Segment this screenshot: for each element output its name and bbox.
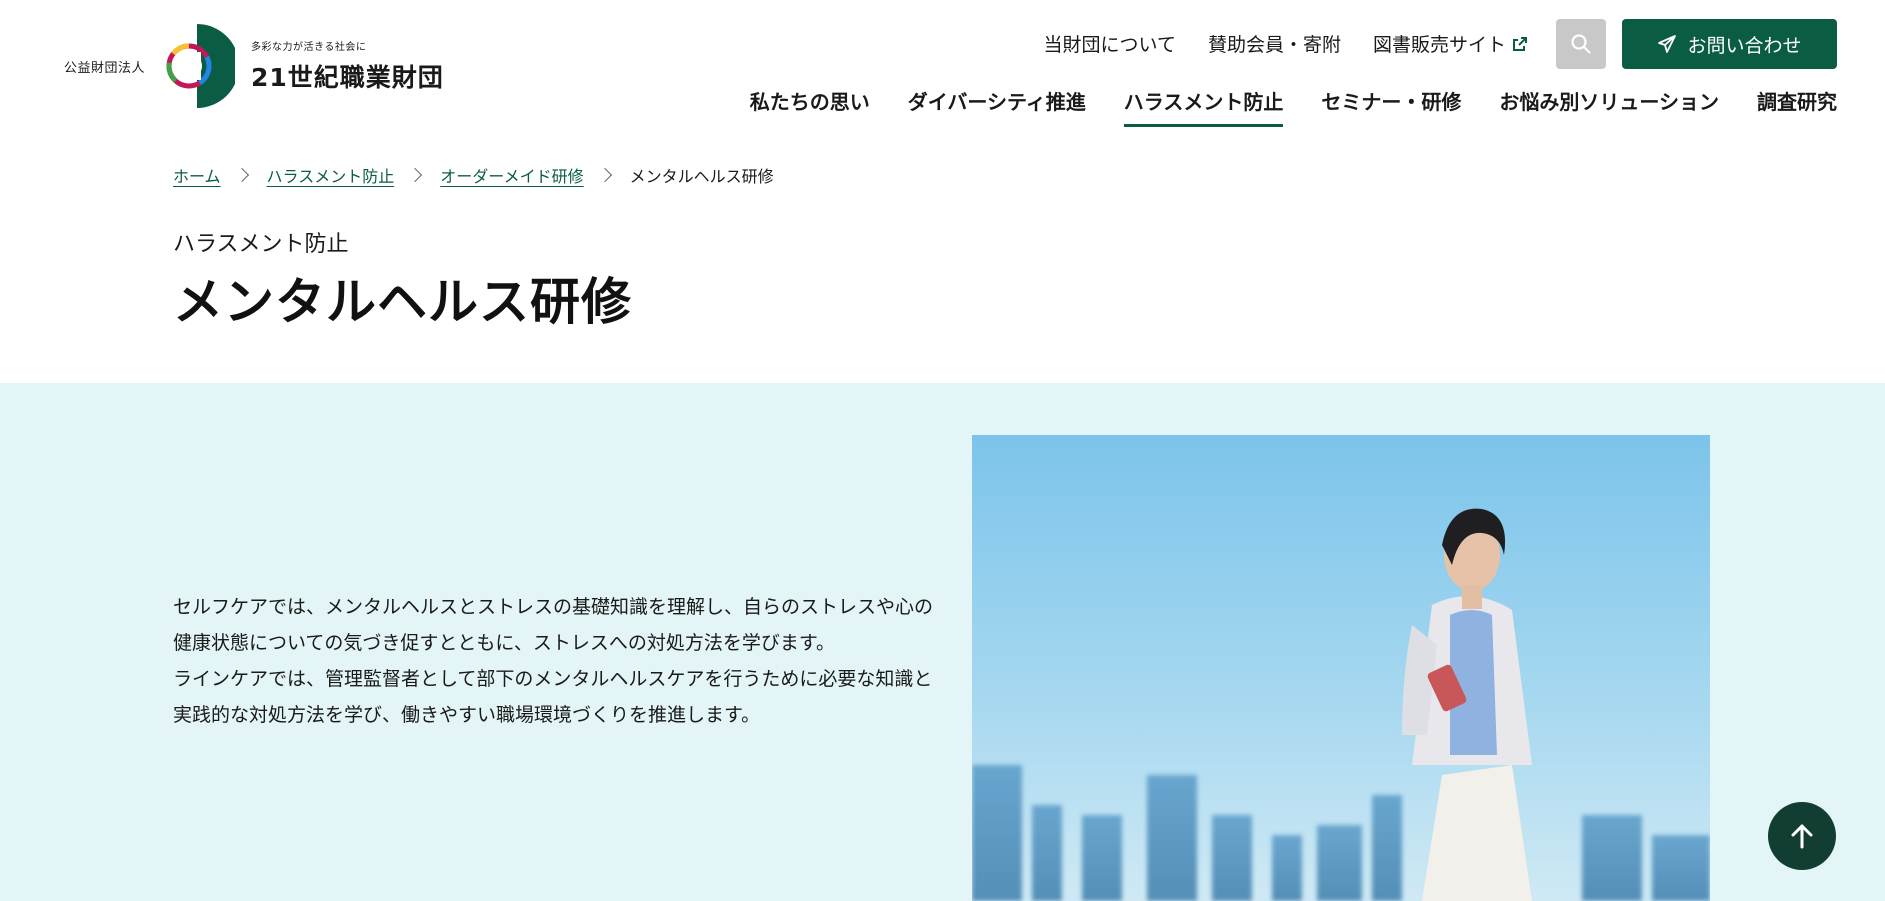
site-logo[interactable]: 公益財団法人 多彩な力が活きる社会に 21世紀職業財団 xyxy=(64,20,444,112)
page-category: ハラスメント防止 xyxy=(173,232,349,257)
back-to-top-button[interactable] xyxy=(1768,802,1836,870)
breadcrumb-current: メンタルヘルス研修 xyxy=(629,167,774,186)
logo-corp-type: 公益財団法人 xyxy=(64,60,146,76)
paper-plane-icon xyxy=(1658,35,1677,53)
breadcrumb: ホーム ハラスメント防止 オーダーメイド研修 メンタルヘルス研修 xyxy=(173,163,774,187)
external-link-icon xyxy=(1513,36,1527,51)
util-link-about[interactable]: 当財団について xyxy=(1044,30,1176,57)
chevron-right-icon xyxy=(597,167,612,183)
hero-description: セルフケアでは、メンタルヘルスとストレスの基礎知識を理解し、自らのストレスや心の… xyxy=(173,589,943,733)
chevron-right-icon xyxy=(408,167,423,183)
util-link-bookstore[interactable]: 図書販売サイト xyxy=(1373,30,1528,57)
nav-item-harassment[interactable]: ハラスメント防止 xyxy=(1123,86,1283,127)
breadcrumb-custom-training[interactable]: オーダーメイド研修 xyxy=(440,163,583,187)
search-icon xyxy=(1571,34,1591,54)
hero-paragraph-linecare: ラインケアでは、管理監督者として部下のメンタルヘルスケアを行うために必要な知識と… xyxy=(173,668,933,726)
breadcrumb-harassment[interactable]: ハラスメント防止 xyxy=(267,163,395,187)
hero-paragraph-selfcare: セルフケアでは、メンタルヘルスとストレスの基礎知識を理解し、自らのストレスや心の… xyxy=(173,596,934,654)
woman-walking-city-photo xyxy=(972,435,1710,901)
util-link-support[interactable]: 賛助会員・寄附 xyxy=(1208,30,1341,57)
utility-nav: 当財団について 賛助会員・寄附 図書販売サイト xyxy=(1044,30,1528,57)
logo-tagline: 多彩な力が活きる社会に xyxy=(251,42,367,53)
nav-item-diversity[interactable]: ダイバーシティ推進 xyxy=(908,86,1086,127)
nav-item-our-thoughts[interactable]: 私たちの思い xyxy=(750,86,870,127)
nav-item-solutions[interactable]: お悩み別ソリューション xyxy=(1499,86,1719,127)
site-header: 公益財団法人 多彩な力が活きる社会に 21世紀職業財団 当財団について 賛助会員… xyxy=(0,0,1885,140)
page-title: メンタルヘルス研修 xyxy=(173,273,632,331)
hero-section: セルフケアでは、メンタルヘルスとストレスの基礎知識を理解し、自らのストレスや心の… xyxy=(0,383,1885,901)
chevron-right-icon xyxy=(234,167,249,183)
main-nav: 私たちの思い ダイバーシティ推進 ハラスメント防止 セミナー・研修 お悩み別ソリ… xyxy=(750,86,1837,127)
arrow-up-icon xyxy=(1791,824,1813,849)
nav-item-research[interactable]: 調査研究 xyxy=(1757,86,1837,127)
nav-item-seminar[interactable]: セミナー・研修 xyxy=(1321,86,1461,127)
search-button[interactable] xyxy=(1556,19,1606,69)
logo-mark-icon xyxy=(166,24,236,108)
logo-name: 21世紀職業財団 xyxy=(251,63,444,92)
hero-image xyxy=(972,435,1710,901)
breadcrumb-home[interactable]: ホーム xyxy=(173,163,221,187)
contact-button[interactable]: お問い合わせ xyxy=(1622,19,1837,69)
